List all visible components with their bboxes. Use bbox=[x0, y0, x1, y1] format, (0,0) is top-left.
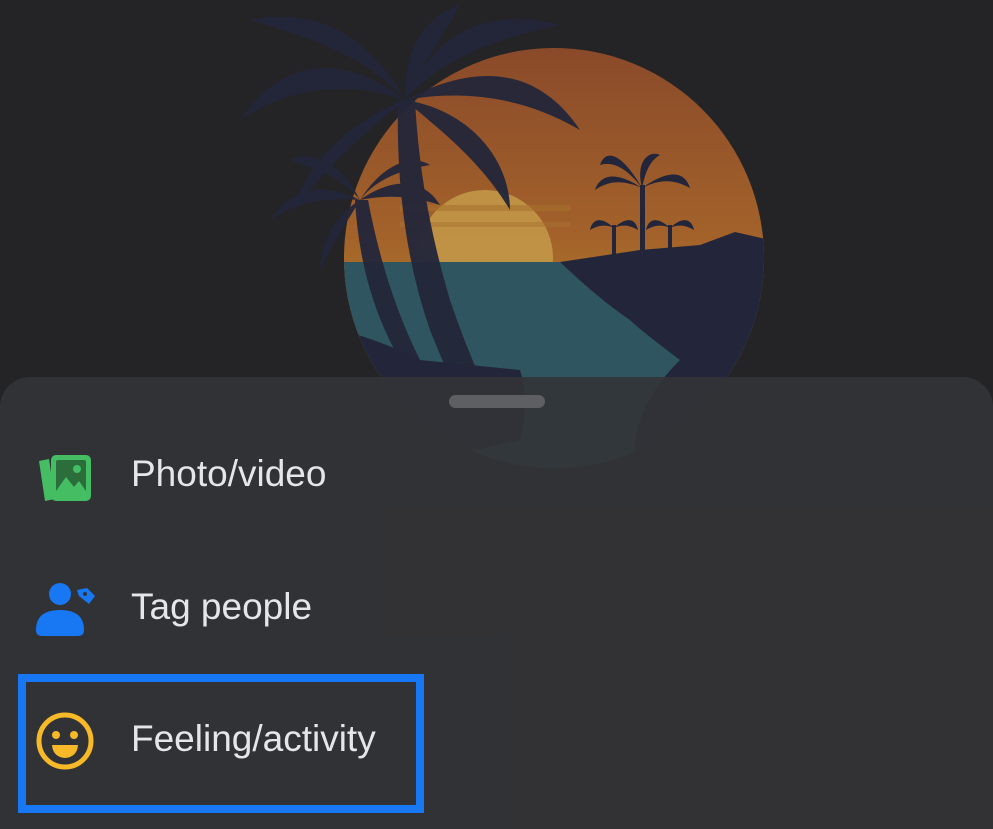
photo-video-icon bbox=[39, 455, 91, 501]
tag-people-icon bbox=[36, 583, 95, 636]
menu-item-label: Feeling/activity bbox=[131, 718, 376, 759]
smiley-face-icon bbox=[36, 712, 94, 770]
menu-item-photo-video[interactable]: Photo/video bbox=[0, 420, 993, 530]
menu-item-label: Photo/video bbox=[131, 453, 327, 494]
menu-item-tag-people[interactable]: Tag people bbox=[0, 552, 993, 662]
drag-handle[interactable] bbox=[449, 395, 545, 408]
menu-item-label: Tag people bbox=[131, 586, 313, 627]
screen: Photo/video Tag people Feeling/activity bbox=[0, 0, 993, 829]
menu-item-feeling-activity[interactable]: Feeling/activity bbox=[0, 685, 993, 795]
